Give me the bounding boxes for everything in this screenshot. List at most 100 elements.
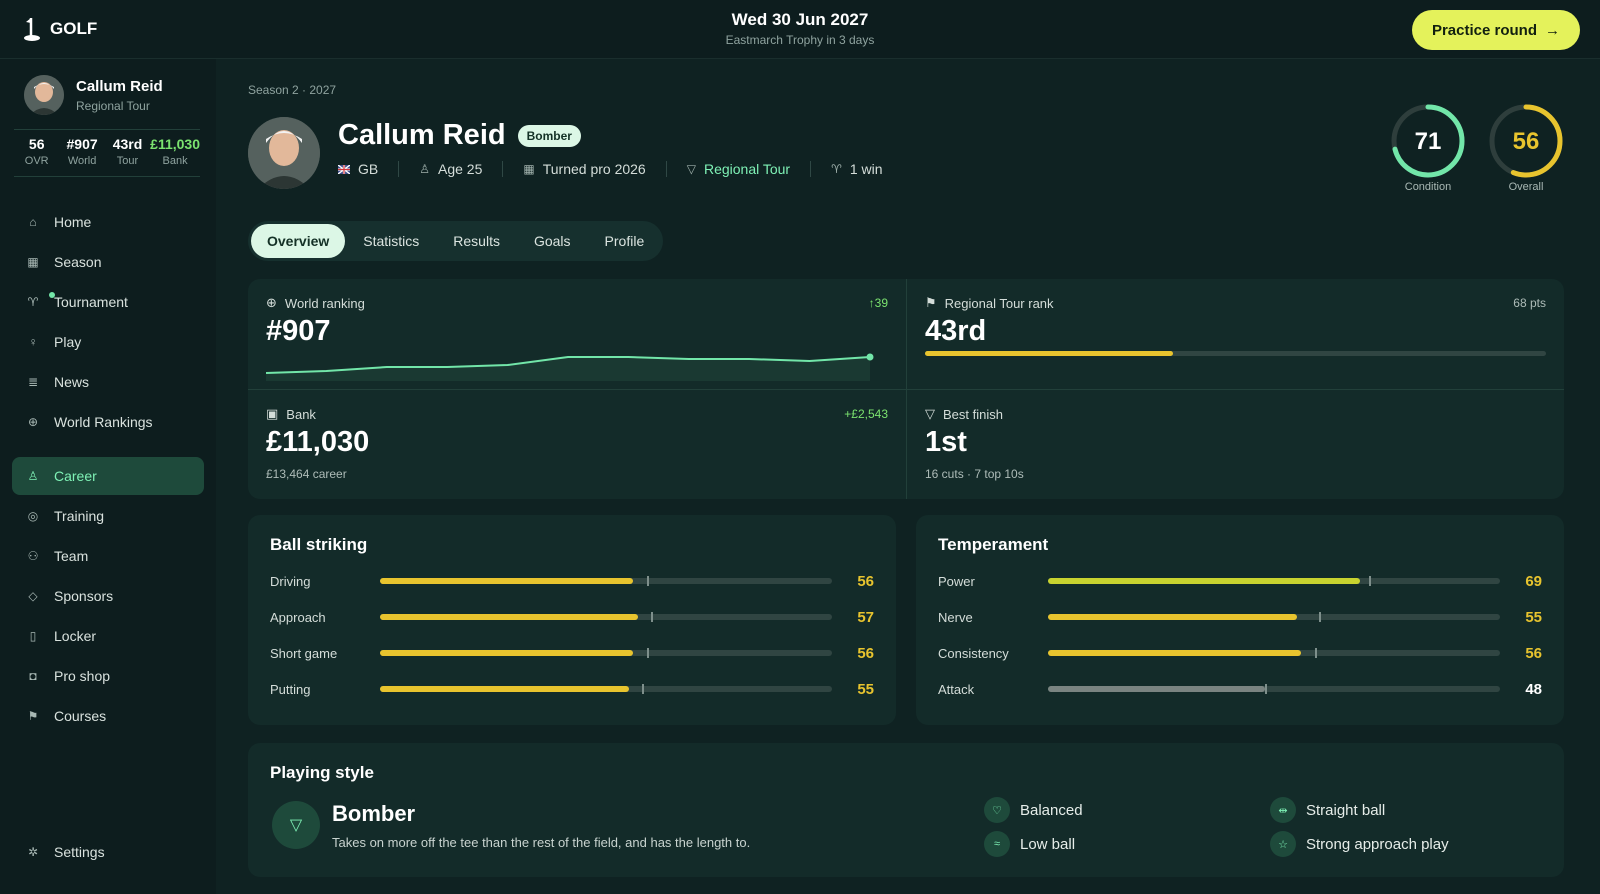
- trait-label: Low ball: [1020, 835, 1076, 853]
- notification-dot: [49, 292, 55, 298]
- nav-footer: ✲ Settings: [12, 833, 204, 873]
- calendar-icon: ▦: [523, 162, 535, 176]
- user-icon: ♙: [419, 162, 430, 176]
- flag-icon: ⚑: [27, 709, 39, 723]
- attribute-fill: [380, 614, 638, 620]
- tour-rank-label: Regional Tour rank: [944, 295, 1054, 311]
- tour-progress-fill: [925, 351, 1174, 356]
- key-stats: ⊕ World ranking ↑39 #907 ⚑ Regional Tour…: [248, 279, 1564, 499]
- tab-profile[interactable]: Profile: [589, 224, 661, 258]
- bank-change: +£2,543: [844, 407, 888, 421]
- attribute-potential-tick: [642, 684, 645, 694]
- trait-low-ball: ≈ Low ball: [984, 831, 1075, 857]
- bank-card[interactable]: ▣ Bank +£2,543 £11,030 £13,464 career: [248, 389, 906, 499]
- sidebar-item-settings[interactable]: ✲ Settings: [12, 833, 204, 871]
- sidebar-item-news[interactable]: ≣ News: [12, 363, 204, 401]
- nav-secondary: ♙ Career ◎ Training ⚇ Team ◇ Sponsors ▯ …: [12, 457, 204, 737]
- playing-style-card: Playing style ▽ Bomber Takes on more off…: [248, 743, 1564, 877]
- practice-round-button[interactable]: Practice round →: [1411, 10, 1580, 50]
- sidebar-item-play[interactable]: ♀ Play: [12, 323, 204, 361]
- attribute-track: [380, 576, 832, 586]
- trait-label: Strong approach play: [1306, 835, 1449, 853]
- sidebar-item-career[interactable]: ♙ Career: [12, 457, 204, 495]
- tour-rank-card[interactable]: ⚑ Regional Tour rank 68 pts 43rd: [906, 279, 1564, 389]
- sparkline-current-point: [866, 353, 874, 361]
- bank-value: £11,030: [266, 426, 370, 458]
- attribute-fill: [1048, 686, 1265, 692]
- attribute-potential-tick: [1319, 612, 1322, 622]
- bomber-icon: ▽: [272, 801, 320, 849]
- style-badge: Bomber: [517, 124, 581, 147]
- attribute-row: Attack 48: [938, 679, 1542, 699]
- trait-straight-ball: ⇹ Straight ball: [1270, 797, 1385, 823]
- attribute-potential-tick: [646, 576, 649, 586]
- attribute-label: Power: [938, 573, 975, 589]
- tab-statistics[interactable]: Statistics: [347, 224, 435, 258]
- sidebar-item-label: Locker: [54, 628, 97, 644]
- attribute-label: Putting: [270, 681, 311, 697]
- overall-value: 56: [1513, 128, 1540, 155]
- sidebar-item-label: Courses: [54, 708, 107, 724]
- attribute-row: Putting 55: [270, 679, 874, 699]
- meta-age-text: Age 25: [438, 161, 483, 177]
- stat-value: 56: [28, 136, 45, 152]
- profile-tabs: Overview Statistics Results Goals Profil…: [248, 221, 664, 261]
- sidebar-item-team[interactable]: ⚇ Team: [12, 537, 204, 575]
- sidebar-item-label: Play: [54, 334, 82, 350]
- meta-country-text: GB: [358, 161, 379, 177]
- playing-style-description: Takes on more off the tee than the rest …: [332, 835, 751, 850]
- tab-results[interactable]: Results: [437, 224, 516, 258]
- sidebar-item-season[interactable]: ▦ Season: [12, 243, 204, 281]
- attribute-value: 69: [1525, 572, 1542, 590]
- trait-label: Balanced: [1020, 801, 1083, 819]
- best-finish-card[interactable]: ▽ Best finish 1st 16 cuts · 7 top 10s: [906, 389, 1564, 499]
- attribute-value: 57: [857, 608, 874, 626]
- sidebar-item-label: Season: [54, 254, 102, 270]
- overall-label: Overall: [1508, 181, 1544, 193]
- meta-turned-pro-text: Turned pro 2026: [542, 161, 646, 177]
- meta-tour[interactable]: ▽ Regional Tour: [665, 161, 810, 177]
- sidebar-item-label: Tournament: [54, 294, 128, 310]
- sidebar-item-tournament[interactable]: ♈ Tournament: [12, 283, 204, 321]
- heart-icon: ♡: [984, 797, 1010, 823]
- sidebar-player-tour: Regional Tour: [76, 98, 150, 113]
- tour-progress-track: [925, 351, 1546, 356]
- tab-overview[interactable]: Overview: [251, 224, 346, 258]
- sidebar-profile[interactable]: Callum Reid Regional Tour: [24, 75, 163, 115]
- sidebar-item-courses[interactable]: ⚑ Courses: [12, 697, 204, 735]
- tab-goals[interactable]: Goals: [518, 224, 587, 258]
- world-ranking-label: World ranking: [284, 295, 365, 311]
- team-icon: ⚇: [27, 549, 39, 563]
- attribute-label: Attack: [938, 681, 975, 697]
- sidebar-item-training[interactable]: ◎ Training: [12, 497, 204, 535]
- attribute-row: Nerve 55: [938, 607, 1542, 627]
- logo[interactable]: GOLF: [22, 16, 97, 42]
- attribute-potential-tick: [1368, 576, 1371, 586]
- sidebar-item-world-rankings[interactable]: ⊕ World Rankings: [12, 403, 204, 441]
- trait-label: Straight ball: [1306, 801, 1386, 819]
- best-finish-label: Best finish: [943, 406, 1003, 422]
- globe-icon: ⊕: [266, 295, 277, 310]
- attribute-row: Consistency 56: [938, 643, 1542, 663]
- golf-flag-icon: [24, 18, 40, 41]
- attribute-track: [380, 684, 832, 694]
- sidebar-item-pro-shop[interactable]: ◘ Pro shop: [12, 657, 204, 695]
- trait-strong-approach: ☆ Strong approach play: [1270, 831, 1449, 857]
- sidebar-item-sponsors[interactable]: ◇ Sponsors: [12, 577, 204, 615]
- attribute-row: Approach 57: [270, 607, 874, 627]
- attribute-row: Driving 56: [270, 571, 874, 591]
- attribute-row: Short game 56: [270, 643, 874, 663]
- sidebar-item-home[interactable]: ⌂ Home: [12, 203, 204, 241]
- attribute-label: Approach: [270, 609, 326, 625]
- attribute-track: [1048, 576, 1500, 586]
- player-name-row: Callum Reid Bomber: [338, 119, 581, 152]
- attribute-fill: [1048, 650, 1302, 656]
- condition-value: 71: [1415, 128, 1442, 155]
- meta-turned-pro: ▦ Turned pro 2026: [502, 161, 665, 177]
- arrow-right-icon: →: [1545, 21, 1560, 39]
- sidebar-item-locker[interactable]: ▯ Locker: [12, 617, 204, 655]
- attribute-track: [1048, 684, 1500, 694]
- attribute-track: [1048, 612, 1500, 622]
- world-ranking-card[interactable]: ⊕ World ranking ↑39 #907: [248, 279, 906, 389]
- sidebar-item-label: Sponsors: [54, 588, 114, 604]
